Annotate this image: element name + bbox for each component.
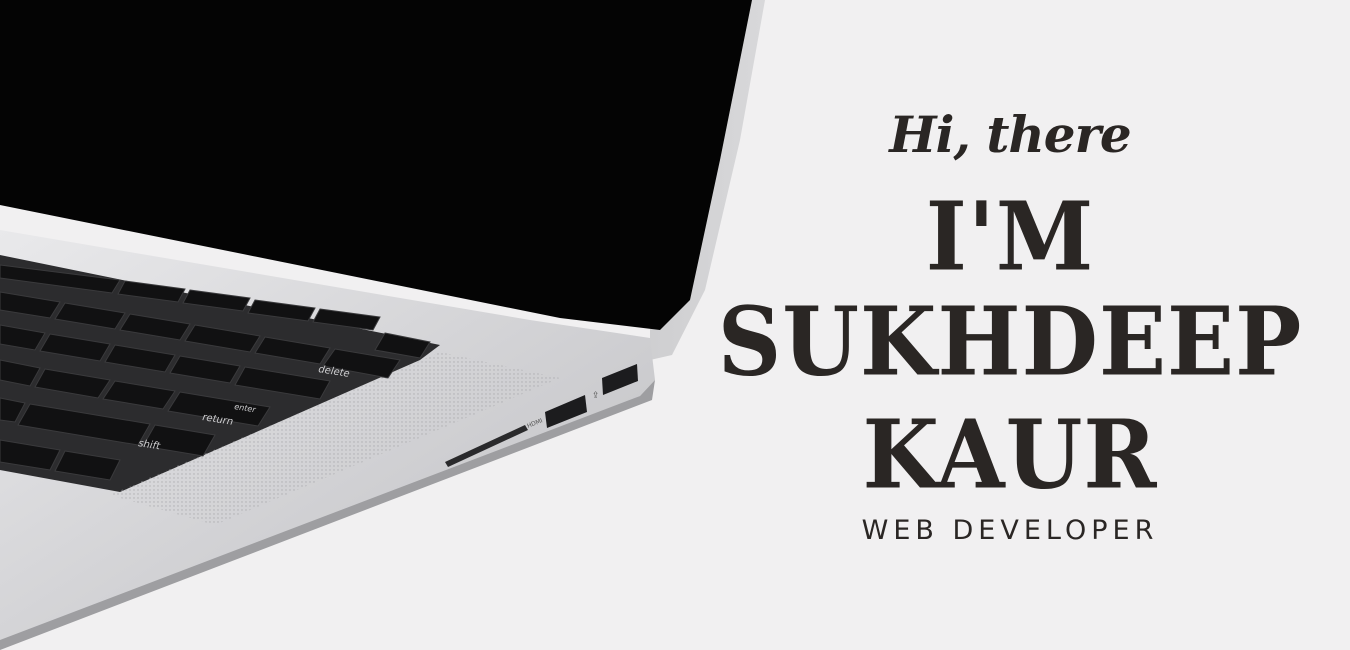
job-title: WEB DEVELOPER xyxy=(861,515,1159,546)
hero-text: Hi, there I'M SUKHDEEP KAUR WEB DEVELOPE… xyxy=(700,0,1320,650)
svg-text:⇪: ⇪ xyxy=(592,391,600,401)
greeting-text: Hi, there xyxy=(889,105,1131,164)
name-line-2: SUKHDEEP xyxy=(717,284,1303,398)
name-line-3: KAUR xyxy=(862,397,1158,511)
name-line-1: I'M xyxy=(925,179,1095,293)
